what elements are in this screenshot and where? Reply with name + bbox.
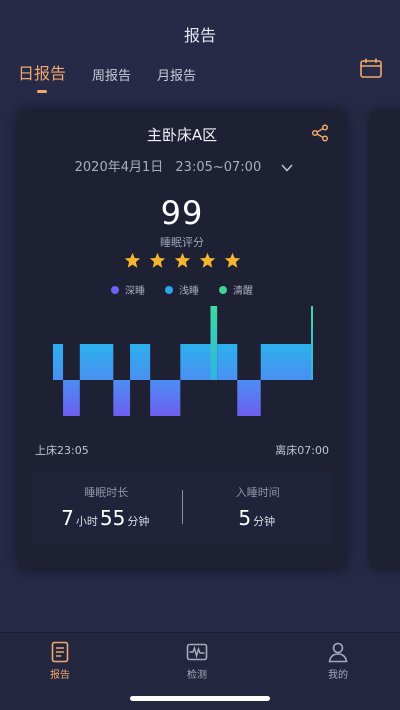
date-selector[interactable]: 2020年4月1日 23:05~07:00 <box>17 156 347 175</box>
sleep-duration: 睡眠时长 7 小时 55 分钟 <box>31 472 182 544</box>
hours-unit: 小时 <box>75 515 98 528</box>
sleep-stage-chart <box>53 306 313 416</box>
chevron-down-icon[interactable] <box>281 163 293 172</box>
sleep-stage-bar <box>210 306 218 380</box>
sleep-score-label: 睡眠评分 <box>160 236 204 249</box>
nav-label: 我的 <box>328 670 348 681</box>
sleep-duration-label: 睡眠时长 <box>84 486 129 499</box>
monitor-icon <box>186 643 208 661</box>
nav-item-profile[interactable]: 我的 <box>308 641 368 681</box>
time-range: 23:05~07:00 <box>175 160 262 175</box>
page-title: 报告 <box>183 26 216 45</box>
sleep-stage-bar <box>237 380 261 416</box>
legend-dot <box>219 285 227 294</box>
bed-in-time: 上床23:05 <box>35 444 89 457</box>
sleep-onset-label: 入睡时间 <box>235 486 280 499</box>
sleep-stage-bar <box>113 380 131 416</box>
legend-dot <box>111 285 119 294</box>
star-icon <box>124 252 140 268</box>
calendar-icon[interactable] <box>360 58 382 78</box>
nav-label: 检测 <box>187 670 207 681</box>
sleep-onset: 入睡时间 5 分钟 <box>183 472 334 544</box>
star-icon <box>174 252 190 268</box>
legend-label: 深睡 <box>125 286 145 297</box>
sleep-stage-bar <box>217 344 238 380</box>
sleep-onset-value: 5 分钟 <box>183 506 334 530</box>
sleep-report-card: 主卧床A区 2020年4月1日 23:05~07:00 99 睡眠评分 深睡 浅… <box>17 110 347 570</box>
legend-dot <box>165 285 173 294</box>
star-icon <box>149 252 165 268</box>
next-card[interactable] <box>369 110 400 570</box>
legend-item-deep: 深睡 <box>111 282 145 297</box>
sleep-stage-bar <box>180 344 211 380</box>
report-tabs: 日报告 周报告 月报告 <box>18 60 222 93</box>
duration-minutes: 55 <box>99 506 126 530</box>
sleep-stage-bar <box>260 344 311 380</box>
sleep-duration-value: 7 小时 55 分钟 <box>31 506 182 530</box>
legend-item-light: 浅睡 <box>165 282 199 297</box>
sleep-stage-bar <box>53 344 64 380</box>
star-icon <box>224 252 240 268</box>
duration-hours: 7 <box>61 506 74 530</box>
legend-label: 浅睡 <box>179 286 199 297</box>
minutes-unit: 分钟 <box>127 515 150 528</box>
star-rating <box>17 252 347 269</box>
legend-item-awake: 清醒 <box>219 282 253 297</box>
report-icon <box>51 641 69 663</box>
tab-weekly[interactable]: 周报告 <box>92 65 131 84</box>
sleep-score: 99 <box>160 194 204 232</box>
onset-minutes: 5 <box>238 506 252 530</box>
legend-label: 清醒 <box>233 286 253 297</box>
sleep-stage-bar <box>130 344 151 380</box>
tab-daily[interactable]: 日报告 <box>18 60 66 93</box>
tab-monthly[interactable]: 月报告 <box>157 65 196 84</box>
profile-icon <box>328 642 348 663</box>
sleep-stats: 睡眠时长 7 小时 55 分钟 入睡时间 5 分钟 <box>31 472 333 544</box>
report-date: 2020年4月1日 <box>74 160 164 175</box>
sleep-stage-bar <box>150 380 181 416</box>
nav-item-report[interactable]: 报告 <box>30 641 90 681</box>
home-indicator[interactable] <box>130 696 270 701</box>
room-title: 主卧床A区 <box>146 126 218 144</box>
sleep-stage-bar <box>79 344 114 380</box>
bed-out-time: 离床07:00 <box>275 444 329 457</box>
onset-unit: 分钟 <box>253 515 276 528</box>
share-icon[interactable] <box>311 124 329 142</box>
nav-label: 报告 <box>50 670 70 681</box>
chart-legend: 深睡 浅睡 清醒 <box>17 282 347 297</box>
star-icon <box>199 252 215 268</box>
sleep-stage-bar <box>63 380 80 416</box>
nav-item-monitor[interactable]: 检测 <box>167 641 227 681</box>
sleep-stage-bar <box>310 306 313 380</box>
